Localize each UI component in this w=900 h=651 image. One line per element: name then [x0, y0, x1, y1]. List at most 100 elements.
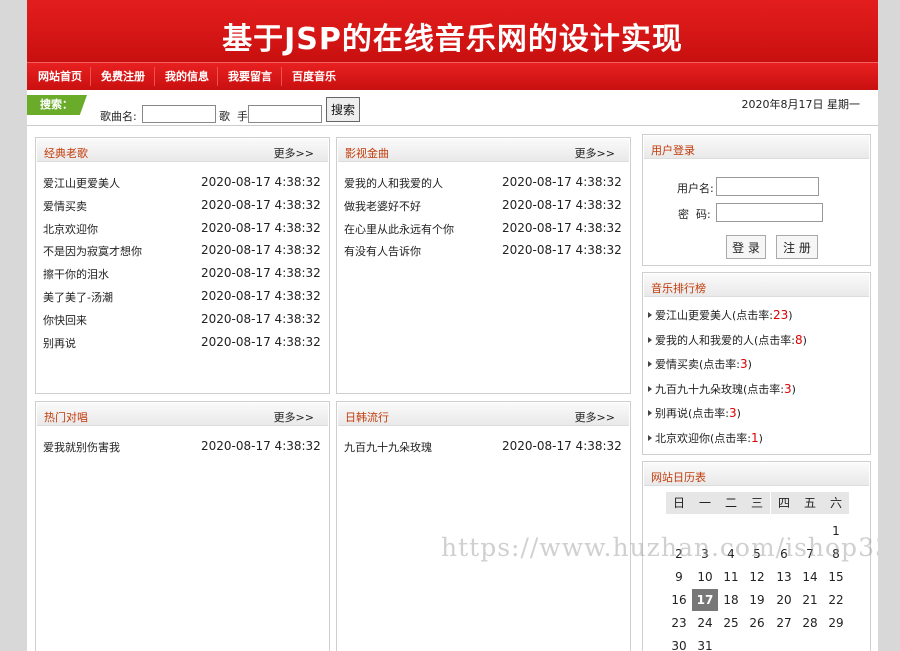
calendar-day[interactable]: 13: [771, 566, 797, 588]
song-time: 2020-08-17 4:38:32: [201, 198, 321, 212]
song-link[interactable]: 爱我就别伤害我: [43, 439, 120, 455]
panel-classic-songs: 经典老歌 更多>> 爱江山更爱美人 2020-08-17 4:38:32 爱情买…: [35, 137, 330, 394]
nav-item-message[interactable]: 我要留言: [228, 63, 272, 90]
song-time: 2020-08-17 4:38:32: [201, 335, 321, 349]
nav-item-baidu-music[interactable]: 百度音乐: [292, 63, 336, 90]
calendar-day[interactable]: 21: [797, 589, 823, 611]
song-link[interactable]: 做我老婆好不好: [344, 198, 421, 214]
calendar-day[interactable]: 20: [771, 589, 797, 611]
calendar-day[interactable]: 9: [666, 566, 692, 588]
nav-item-register[interactable]: 免费注册: [101, 63, 145, 90]
ranking-item[interactable]: 别再说(点击率:3): [648, 405, 741, 421]
ranking-item[interactable]: 爱情买卖(点击率:3): [648, 356, 752, 372]
song-link[interactable]: 北京欢迎你: [43, 221, 98, 237]
login-title: 用户登录: [651, 144, 695, 157]
more-link[interactable]: 更多>>: [274, 409, 314, 425]
main-nav: 网站首页 免费注册 我的信息 我要留言 百度音乐: [27, 62, 878, 90]
nav-item-home[interactable]: 网站首页: [38, 63, 82, 90]
bullet-arrow-icon: [648, 312, 652, 318]
calendar-day[interactable]: 24: [692, 612, 718, 634]
password-input[interactable]: [716, 203, 823, 222]
song-time: 2020-08-17 4:38:32: [502, 243, 622, 257]
song-link[interactable]: 你快回来: [43, 312, 87, 328]
song-name-label: 歌曲名:: [100, 110, 137, 123]
bullet-arrow-icon: [648, 386, 652, 392]
nav-item-my-info[interactable]: 我的信息: [165, 63, 209, 90]
calendar-day[interactable]: 16: [666, 589, 692, 611]
song-name-input[interactable]: [142, 105, 216, 123]
more-link[interactable]: 更多>>: [575, 409, 615, 425]
search-tag: 搜索：: [27, 95, 87, 115]
singer-input[interactable]: [248, 105, 322, 123]
calendar-day[interactable]: 30: [666, 635, 692, 651]
song-time: 2020-08-17 4:38:32: [201, 175, 321, 189]
song-link[interactable]: 爱我的人和我爱的人: [344, 175, 443, 191]
ranking-item[interactable]: 北京欢迎你(点击率:1): [648, 430, 763, 446]
song-link[interactable]: 擦干你的泪水: [43, 266, 109, 282]
ranking-item[interactable]: 爱江山更爱美人(点击率:23): [648, 307, 793, 323]
nav-divider: [281, 67, 282, 86]
ranking-item-text: 别再说(点击率:: [655, 407, 729, 420]
ranking-close: ): [791, 383, 796, 396]
ranking-item[interactable]: 九百九十九朵玫瑰(点击率:3): [648, 381, 796, 397]
ranking-close: ): [802, 334, 807, 347]
calendar-day[interactable]: 11: [718, 566, 744, 588]
nav-divider: [154, 67, 155, 86]
calendar-day[interactable]: 26: [744, 612, 770, 634]
calendar-day-today[interactable]: 17: [692, 589, 718, 611]
calendar-weekday: 二: [718, 492, 744, 514]
song-link[interactable]: 不是因为寂寞才想你: [43, 243, 142, 259]
song-link[interactable]: 九百九十九朵玫瑰: [344, 439, 432, 455]
calendar-day[interactable]: 31: [692, 635, 718, 651]
calendar-day[interactable]: 19: [744, 589, 770, 611]
ranking-close: ): [736, 407, 741, 420]
song-link[interactable]: 别再说: [43, 335, 76, 351]
more-link[interactable]: 更多>>: [575, 145, 615, 161]
song-time: 2020-08-17 4:38:32: [201, 221, 321, 235]
calendar-weekday: 六: [823, 492, 849, 514]
song-link[interactable]: 美了美了-汤潮: [43, 289, 113, 305]
bullet-arrow-icon: [648, 410, 652, 416]
song-link[interactable]: 爱江山更爱美人: [43, 175, 120, 191]
ranking-panel: 音乐排行榜 爱江山更爱美人(点击率:23) 爱我的人和我爱的人(点击率:8) 爱…: [642, 272, 871, 455]
page: 基于JSP的在线音乐网的设计实现 网站首页 免费注册 我的信息 我要留言 百度音…: [27, 0, 878, 651]
calendar-day[interactable]: 18: [718, 589, 744, 611]
login-button[interactable]: 登 录: [726, 235, 766, 259]
nav-divider: [90, 67, 91, 86]
more-link[interactable]: 更多>>: [274, 145, 314, 161]
nav-divider: [217, 67, 218, 86]
song-link[interactable]: 爱情买卖: [43, 198, 87, 214]
calendar-day[interactable]: 23: [666, 612, 692, 634]
ranking-item[interactable]: 爱我的人和我爱的人(点击率:8): [648, 332, 807, 348]
calendar-day[interactable]: 10: [692, 566, 718, 588]
ranking-close: ): [758, 432, 763, 445]
panel-header: 影视金曲 更多>>: [338, 139, 629, 162]
site-banner: 基于JSP的在线音乐网的设计实现: [27, 0, 878, 62]
song-link[interactable]: 在心里从此永远有个你: [344, 221, 454, 237]
ranking-count: 3: [784, 382, 792, 396]
username-input[interactable]: [716, 177, 819, 196]
panel-title: 日韩流行: [345, 411, 389, 424]
ranking-count: 23: [773, 308, 789, 322]
calendar-day[interactable]: 15: [823, 566, 849, 588]
calendar-day[interactable]: 29: [823, 612, 849, 634]
calendar-day[interactable]: 25: [718, 612, 744, 634]
calendar-day[interactable]: 22: [823, 589, 849, 611]
calendar-day[interactable]: 27: [771, 612, 797, 634]
calendar-weekday: 四: [771, 492, 797, 514]
song-time: 2020-08-17 4:38:32: [502, 439, 622, 453]
panel-jk-pop-songs: 日韩流行 更多>> 九百九十九朵玫瑰 2020-08-17 4:38:32: [336, 401, 631, 651]
panel-film-songs: 影视金曲 更多>> 爱我的人和我爱的人 2020-08-17 4:38:32 做…: [336, 137, 631, 394]
calendar-day[interactable]: 28: [797, 612, 823, 634]
panel-title: 影视金曲: [345, 147, 389, 160]
calendar-day[interactable]: 14: [797, 566, 823, 588]
search-bar: 搜索： 歌曲名: 歌 手: 搜索 2020年8月17日 星期一: [27, 90, 878, 126]
calendar-day[interactable]: 12: [744, 566, 770, 588]
register-button[interactable]: 注 册: [776, 235, 818, 259]
ranking-item-text: 北京欢迎你(点击率:: [655, 432, 751, 445]
panel-duet-songs: 热门对唱 更多>> 爱我就别伤害我 2020-08-17 4:38:32: [35, 401, 330, 651]
username-label: 用户名:: [677, 182, 714, 195]
ranking-title: 音乐排行榜: [651, 282, 706, 295]
search-button[interactable]: 搜索: [326, 97, 360, 122]
song-link[interactable]: 有没有人告诉你: [344, 243, 421, 259]
